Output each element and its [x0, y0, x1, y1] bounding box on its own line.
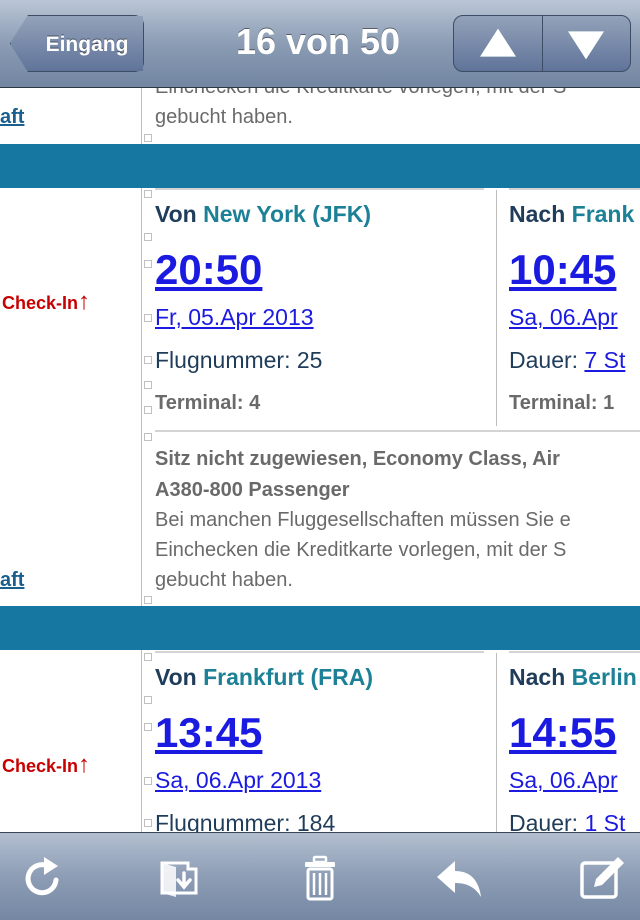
cell-border — [155, 430, 640, 432]
previous-message-button[interactable] — [454, 16, 542, 71]
flight1-airline-link[interactable]: aft — [0, 569, 24, 592]
flight2-to-label: Nach — [509, 664, 566, 690]
checkin-arrow-icon: ↑ — [78, 751, 91, 778]
flight1-description-line1: Bei manchen Fluggesellschaften müssen Si… — [155, 509, 571, 531]
flight2-departure-time[interactable]: 13:45 — [155, 709, 262, 757]
spacer-marker — [144, 596, 152, 604]
flight1-seat-info-line1: Sitz nicht zugewiesen, Economy Class, Ai… — [155, 448, 560, 470]
segment-separator-band — [0, 606, 640, 650]
flight2-checkin-link[interactable]: Check-In↑ — [2, 751, 90, 779]
compose-icon — [580, 857, 624, 899]
cell-border — [155, 651, 484, 653]
spacer-marker — [144, 723, 152, 731]
flight1-duration-label: Dauer: — [509, 347, 579, 373]
flight1-duration: Dauer: 7 St — [509, 347, 640, 374]
spacer-marker — [144, 356, 152, 364]
cell-divider — [496, 190, 497, 426]
column-divider — [141, 88, 142, 832]
arrow-up-icon — [479, 28, 516, 57]
flight2-to-city: Berlin — [571, 664, 637, 690]
flight1-checkin-link[interactable]: Check-In↑ — [2, 288, 90, 316]
message-navigation-control — [453, 15, 631, 72]
segment-separator-band — [0, 144, 640, 188]
next-message-button[interactable] — [541, 16, 631, 71]
back-button-label: Eingang — [45, 33, 129, 56]
flight2-departure-date[interactable]: Sa, 06.Apr 2013 — [155, 767, 321, 794]
spacer-marker — [144, 406, 152, 414]
flight1-to-city: Frank — [571, 201, 635, 227]
flight1-description-line3: gebucht haben. — [155, 569, 293, 591]
segment1-description-line2: gebucht haben. — [155, 106, 293, 128]
checkin-label: Check-In — [2, 293, 79, 313]
delete-button[interactable] — [295, 853, 345, 903]
spacer-marker — [144, 433, 152, 441]
flight1-description-line2: Einchecken die Kreditkarte vorlegen, mit… — [155, 539, 567, 561]
flight1-from-city: New York (JFK) — [203, 201, 371, 227]
message-position-title: 16 von 50 — [235, 21, 401, 62]
flight1-arrival-time[interactable]: 10:45 — [509, 246, 640, 294]
flight2-arrival-time[interactable]: 14:55 — [509, 709, 640, 757]
flight2-duration-label: Dauer: — [509, 810, 579, 832]
flight1-from-label: Von — [155, 201, 197, 227]
flight1-to-label: Nach — [509, 201, 566, 227]
spacer-marker — [144, 260, 152, 268]
spacer-marker — [144, 233, 152, 241]
cell-border — [155, 188, 484, 190]
flight2-flight-number: Flugnummer: 184 — [155, 810, 336, 832]
flight1-arrival-terminal: Terminal: 1 — [509, 392, 615, 414]
segment1-airline-link[interactable]: aft — [0, 106, 24, 129]
flight1-duration-value[interactable]: 7 St — [584, 347, 625, 373]
flight2-from-city: Frankfurt (FRA) — [203, 664, 374, 690]
reply-icon — [437, 861, 481, 897]
flight2-from-label: Von — [155, 664, 197, 690]
flight2-arrival-date[interactable]: Sa, 06.Apr — [509, 767, 640, 794]
cell-divider — [496, 653, 497, 832]
cell-border — [509, 188, 640, 190]
segment1-description-line1: Einchecken die Kreditkarte vorlegen, mit… — [155, 88, 640, 99]
flight2-duration-value[interactable]: 1 St — [584, 810, 625, 832]
move-to-folder-icon — [160, 861, 198, 897]
flight2-from: Von Frankfurt (FRA) — [155, 664, 373, 691]
navigation-bar: Eingang 16 von 50 — [0, 0, 640, 88]
flight1-flight-number: Flugnummer: 25 — [155, 347, 323, 373]
back-to-inbox-button[interactable]: Eingang — [10, 15, 144, 72]
arrow-down-icon — [568, 30, 605, 59]
trash-icon — [305, 855, 335, 901]
spacer-marker — [144, 314, 152, 322]
flight1-departure-time[interactable]: 20:50 — [155, 246, 262, 294]
spacer-marker — [144, 777, 152, 785]
refresh-icon — [25, 857, 59, 896]
flight1-from: Von New York (JFK) — [155, 201, 371, 228]
reply-button[interactable] — [433, 853, 483, 903]
cell-border — [509, 651, 640, 653]
refresh-button[interactable] — [18, 853, 68, 903]
flight1-to: Nach Frank — [509, 201, 640, 228]
flight1-seat-info-line2: A380-800 Passenger — [155, 479, 350, 501]
checkin-label: Check-In — [2, 756, 79, 776]
flight2-to: Nach Berlin — [509, 664, 640, 691]
spacer-marker — [144, 653, 152, 661]
spacer-marker — [144, 819, 152, 827]
move-to-folder-button[interactable] — [154, 853, 204, 903]
spacer-marker — [144, 190, 152, 198]
flight1-arrival-date[interactable]: Sa, 06.Apr — [509, 304, 640, 331]
spacer-marker — [144, 696, 152, 704]
bottom-toolbar — [0, 832, 640, 920]
flight1-departure-date[interactable]: Fr, 05.Apr 2013 — [155, 304, 314, 331]
spacer-marker — [144, 134, 152, 142]
checkin-arrow-icon: ↑ — [78, 288, 91, 315]
flight1-terminal: Terminal: 4 — [155, 392, 261, 414]
email-body: Einchecken die Kreditkarte vorlegen, mit… — [0, 88, 640, 832]
spacer-marker — [144, 381, 152, 389]
compose-button[interactable] — [578, 853, 628, 903]
flight2-duration: Dauer: 1 St — [509, 810, 640, 832]
